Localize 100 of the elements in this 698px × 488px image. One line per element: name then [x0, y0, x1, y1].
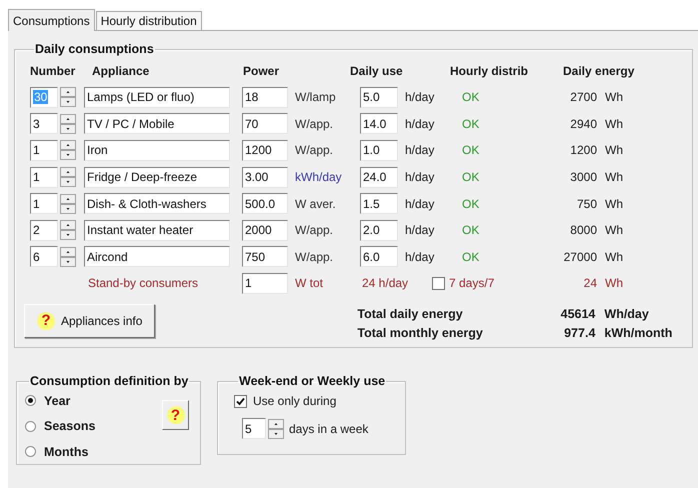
- field-label: days in a week: [289, 422, 368, 436]
- group-title: Daily consumptions: [34, 42, 155, 56]
- energy-value: 8000: [570, 223, 597, 238]
- unit-label: h/day: [405, 250, 436, 264]
- spin-buttons[interactable]: [60, 114, 76, 134]
- status-text: OK: [462, 196, 480, 211]
- daily-use-field[interactable]: 1.5: [360, 193, 398, 214]
- energy-value: 750: [576, 196, 597, 211]
- status-text: OK: [462, 223, 480, 238]
- radio-label: Seasons: [44, 419, 96, 434]
- energy-value: 3000: [570, 170, 597, 184]
- unit-label: W/app.: [295, 143, 334, 158]
- unit-label: Wh: [604, 276, 624, 290]
- appliance-field[interactable]: Dish- & Cloth-washers: [84, 193, 230, 214]
- daily-use-field[interactable]: 5.0: [360, 86, 398, 108]
- tab[interactable]: Consumptions: [8, 9, 95, 31]
- number-field[interactable]: 3: [30, 113, 58, 134]
- number-field[interactable]: 1: [30, 193, 58, 214]
- checkbox-label: 7 days/7: [449, 276, 494, 290]
- standby-label: Stand-by consumers: [87, 276, 200, 290]
- unit-label: Wh: [604, 223, 624, 238]
- total-label: Total monthly energy: [357, 326, 484, 340]
- spin-buttons[interactable]: [60, 194, 76, 214]
- appliance-field[interactable]: Lamps (LED or fluo): [84, 86, 230, 108]
- energy-value: 24: [584, 276, 597, 290]
- appliance-field[interactable]: Iron: [84, 140, 230, 161]
- unit-label: W/app.: [295, 250, 334, 264]
- status-text: OK: [462, 143, 480, 158]
- number-field[interactable]: 1: [30, 140, 58, 161]
- power-field[interactable]: 1: [242, 272, 288, 294]
- column-header: Hourly distrib: [450, 64, 530, 78]
- appliance-field[interactable]: Fridge / Deep-freeze: [84, 166, 230, 188]
- unit-label: kWh/month: [603, 326, 672, 340]
- total-value: 977.4: [563, 326, 596, 340]
- unit-label: h/day: [405, 143, 436, 158]
- spin-buttons[interactable]: [60, 87, 76, 108]
- spin-buttons[interactable]: [60, 167, 76, 188]
- column-header: Number: [30, 64, 76, 78]
- unit-label: h/day: [405, 196, 436, 211]
- status-text: OK: [462, 170, 480, 184]
- spin-buttons[interactable]: [60, 220, 76, 240]
- daily-use-field[interactable]: 14.0: [360, 113, 398, 134]
- daily-use-field[interactable]: 1.0: [360, 140, 398, 161]
- daily-use-field[interactable]: 2.0: [360, 220, 398, 241]
- help-icon: ?: [166, 406, 184, 424]
- daily-use-field[interactable]: 24.0: [360, 166, 398, 188]
- power-field[interactable]: 2000: [242, 220, 288, 241]
- spin-buttons[interactable]: [268, 418, 284, 438]
- unit-label: kWh/day: [295, 170, 343, 184]
- radio-button[interactable]: [25, 420, 36, 432]
- unit-label: Wh: [604, 116, 624, 131]
- power-field[interactable]: 1200: [242, 140, 288, 161]
- appliance-field[interactable]: TV / PC / Mobile: [84, 113, 230, 134]
- power-field[interactable]: 500.0: [242, 193, 288, 214]
- group-title: Week-end or Weekly use: [238, 374, 386, 388]
- checkbox[interactable]: [234, 394, 247, 408]
- radio-label: Months: [44, 444, 88, 459]
- appliances-info-button[interactable]: ? Appliances info: [24, 304, 156, 338]
- column-header: Daily energy: [563, 64, 636, 78]
- energy-value: 1200: [570, 143, 597, 158]
- unit-label: h/day: [405, 223, 436, 238]
- radio-button[interactable]: [25, 395, 36, 406]
- number-field[interactable]: 1: [30, 166, 58, 188]
- unit-label: h/day: [405, 90, 436, 104]
- energy-value: 27000: [564, 250, 597, 264]
- days-field[interactable]: 5: [242, 418, 266, 439]
- unit-label: W/app.: [295, 223, 334, 238]
- spin-buttons[interactable]: [60, 246, 76, 267]
- total-label: Total daily energy: [357, 307, 464, 322]
- checkbox[interactable]: [432, 276, 445, 290]
- tab[interactable]: Hourly distribution: [96, 11, 202, 30]
- unit-label: W/app.: [295, 116, 334, 131]
- status-text: OK: [462, 116, 480, 131]
- column-header: Daily use: [350, 64, 404, 78]
- status-text: OK: [462, 90, 480, 104]
- unit-label: W tot: [295, 276, 324, 290]
- energy-value: 2700: [570, 90, 597, 104]
- unit-label: Wh: [604, 250, 624, 264]
- appliance-field[interactable]: Aircond: [84, 246, 230, 268]
- unit-label: Wh: [604, 90, 624, 104]
- help-button[interactable]: ?: [162, 400, 189, 430]
- total-value: 45614: [560, 307, 596, 322]
- radio-button[interactable]: [25, 446, 36, 458]
- unit-label: W/lamp: [295, 90, 337, 104]
- number-field[interactable]: 2: [30, 220, 58, 241]
- unit-label: h/day: [405, 116, 436, 131]
- unit-label: Wh: [604, 143, 624, 158]
- daily-use-field[interactable]: 6.0: [360, 246, 398, 268]
- radio-label: Year: [44, 394, 70, 408]
- spin-buttons[interactable]: [60, 140, 76, 160]
- unit-label: h/day: [405, 170, 436, 184]
- power-field[interactable]: 70: [242, 113, 288, 134]
- number-field[interactable]: 6: [30, 246, 58, 268]
- help-icon: ?: [37, 312, 55, 330]
- power-field[interactable]: 3.00: [242, 166, 288, 188]
- appliance-field[interactable]: Instant water heater: [84, 220, 230, 241]
- unit-label: Wh: [604, 196, 624, 211]
- unit-label: Wh/day: [603, 307, 650, 322]
- power-field[interactable]: 18: [242, 86, 288, 108]
- power-field[interactable]: 750: [242, 246, 288, 268]
